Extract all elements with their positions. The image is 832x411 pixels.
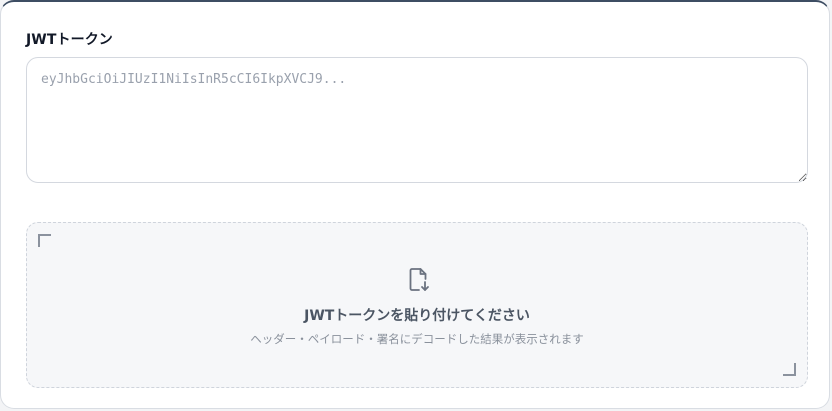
token-field-label: JWTトークン — [26, 32, 113, 48]
drop-zone-title: JWTトークンを貼り付けてください — [304, 308, 530, 324]
drop-zone-subtitle: ヘッダー・ペイロード・署名にデコードした結果が表示されます — [250, 332, 584, 346]
paste-drop-zone[interactable]: JWTトークンを貼り付けてください ヘッダー・ペイロード・署名にデコードした結果… — [26, 222, 808, 388]
corner-top-left-decoration — [38, 234, 51, 247]
token-input[interactable] — [26, 57, 808, 183]
jwt-decoder-card: JWTトークン JWTトークンを貼り付けてください ヘッダー・ペイロード・署名に… — [0, 0, 830, 409]
file-import-icon — [405, 266, 433, 294]
corner-bottom-right-decoration — [783, 363, 796, 376]
